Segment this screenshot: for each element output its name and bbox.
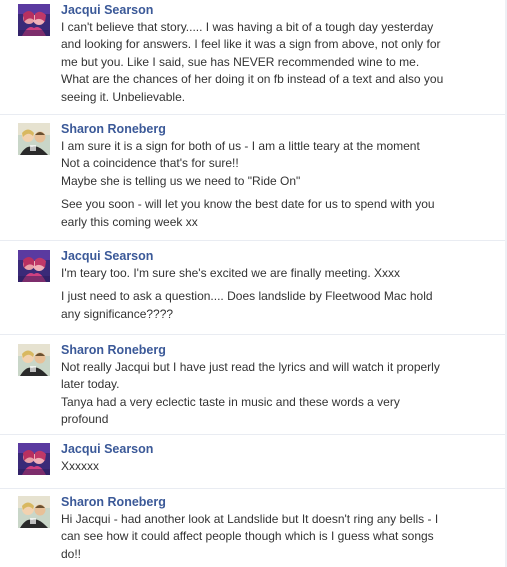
message-author[interactable]: Sharon Roneberg [61,494,491,511]
text-line: Xxxxxx [61,459,100,473]
text-line: seeing it. Unbelievable. [61,89,186,104]
text-line: Tanya had a very eclectic taste in music… [61,394,400,409]
message-author[interactable]: Sharon Roneberg [61,342,491,359]
text-line: See you soon - will let you know the bes… [61,197,435,212]
message-text: Not really Jacqui but I have just read t… [61,359,491,429]
message-text: Xxxxxx [61,458,491,475]
text-line: early this coming week xx [61,214,198,229]
jacqui-avatar[interactable] [18,4,50,36]
sharon-avatar[interactable] [18,123,50,155]
message-text: I just need to ask a question.... Does l… [61,288,491,323]
message-text: Hi Jacqui - had another look at Landslid… [61,511,491,563]
message-text: I can't believe that story..... I was ha… [61,19,491,106]
message-author[interactable]: Jacqui Searson [61,2,491,19]
text-line: any significance???? [61,306,174,321]
message-thread: Jacqui Searson I can't believe that stor… [0,0,507,567]
sharon-avatar[interactable] [18,496,50,528]
text-line: later today. [61,377,120,392]
jacqui-avatar[interactable] [18,250,50,282]
text-line: I'm teary too. I'm sure she's excited we… [61,266,401,280]
text-line: What are the chances of her doing it on … [61,72,444,87]
text-line: Not a coincidence that's for sure!! [61,156,239,171]
message-divider [0,334,507,335]
message-divider [0,114,507,115]
message-text: I'm teary too. I'm sure she's excited we… [61,265,491,282]
text-line: I just need to ask a question.... Does l… [61,289,433,304]
sharon-avatar[interactable] [18,344,50,376]
message-text: I am sure it is a sign for both of us - … [61,138,491,190]
text-line: I can't believe that story..... I was ha… [61,20,434,34]
text-line: Hi Jacqui - had another look at Landslid… [61,512,439,526]
message-author[interactable]: Jacqui Searson [61,248,491,265]
text-line: I am sure it is a sign for both of us - … [61,139,420,153]
text-line: me but you. Like I said, sue has NEVER r… [61,54,420,69]
text-line: and looking for answers. I feel like it … [61,37,441,52]
message-author[interactable]: Jacqui Searson [61,441,491,458]
message-divider [0,488,507,489]
text-line: can see how it could affect people thoug… [61,529,434,544]
text-line: Not really Jacqui but I have just read t… [61,360,440,374]
message-author[interactable]: Sharon Roneberg [61,121,491,138]
text-line: Maybe she is telling us we need to "Ride… [61,173,301,188]
message-divider [0,240,507,241]
jacqui-avatar[interactable] [18,443,50,475]
text-line: profound [61,412,109,427]
text-line: do!! [61,546,82,561]
message-text: See you soon - will let you know the bes… [61,196,491,231]
message-divider [0,434,507,435]
